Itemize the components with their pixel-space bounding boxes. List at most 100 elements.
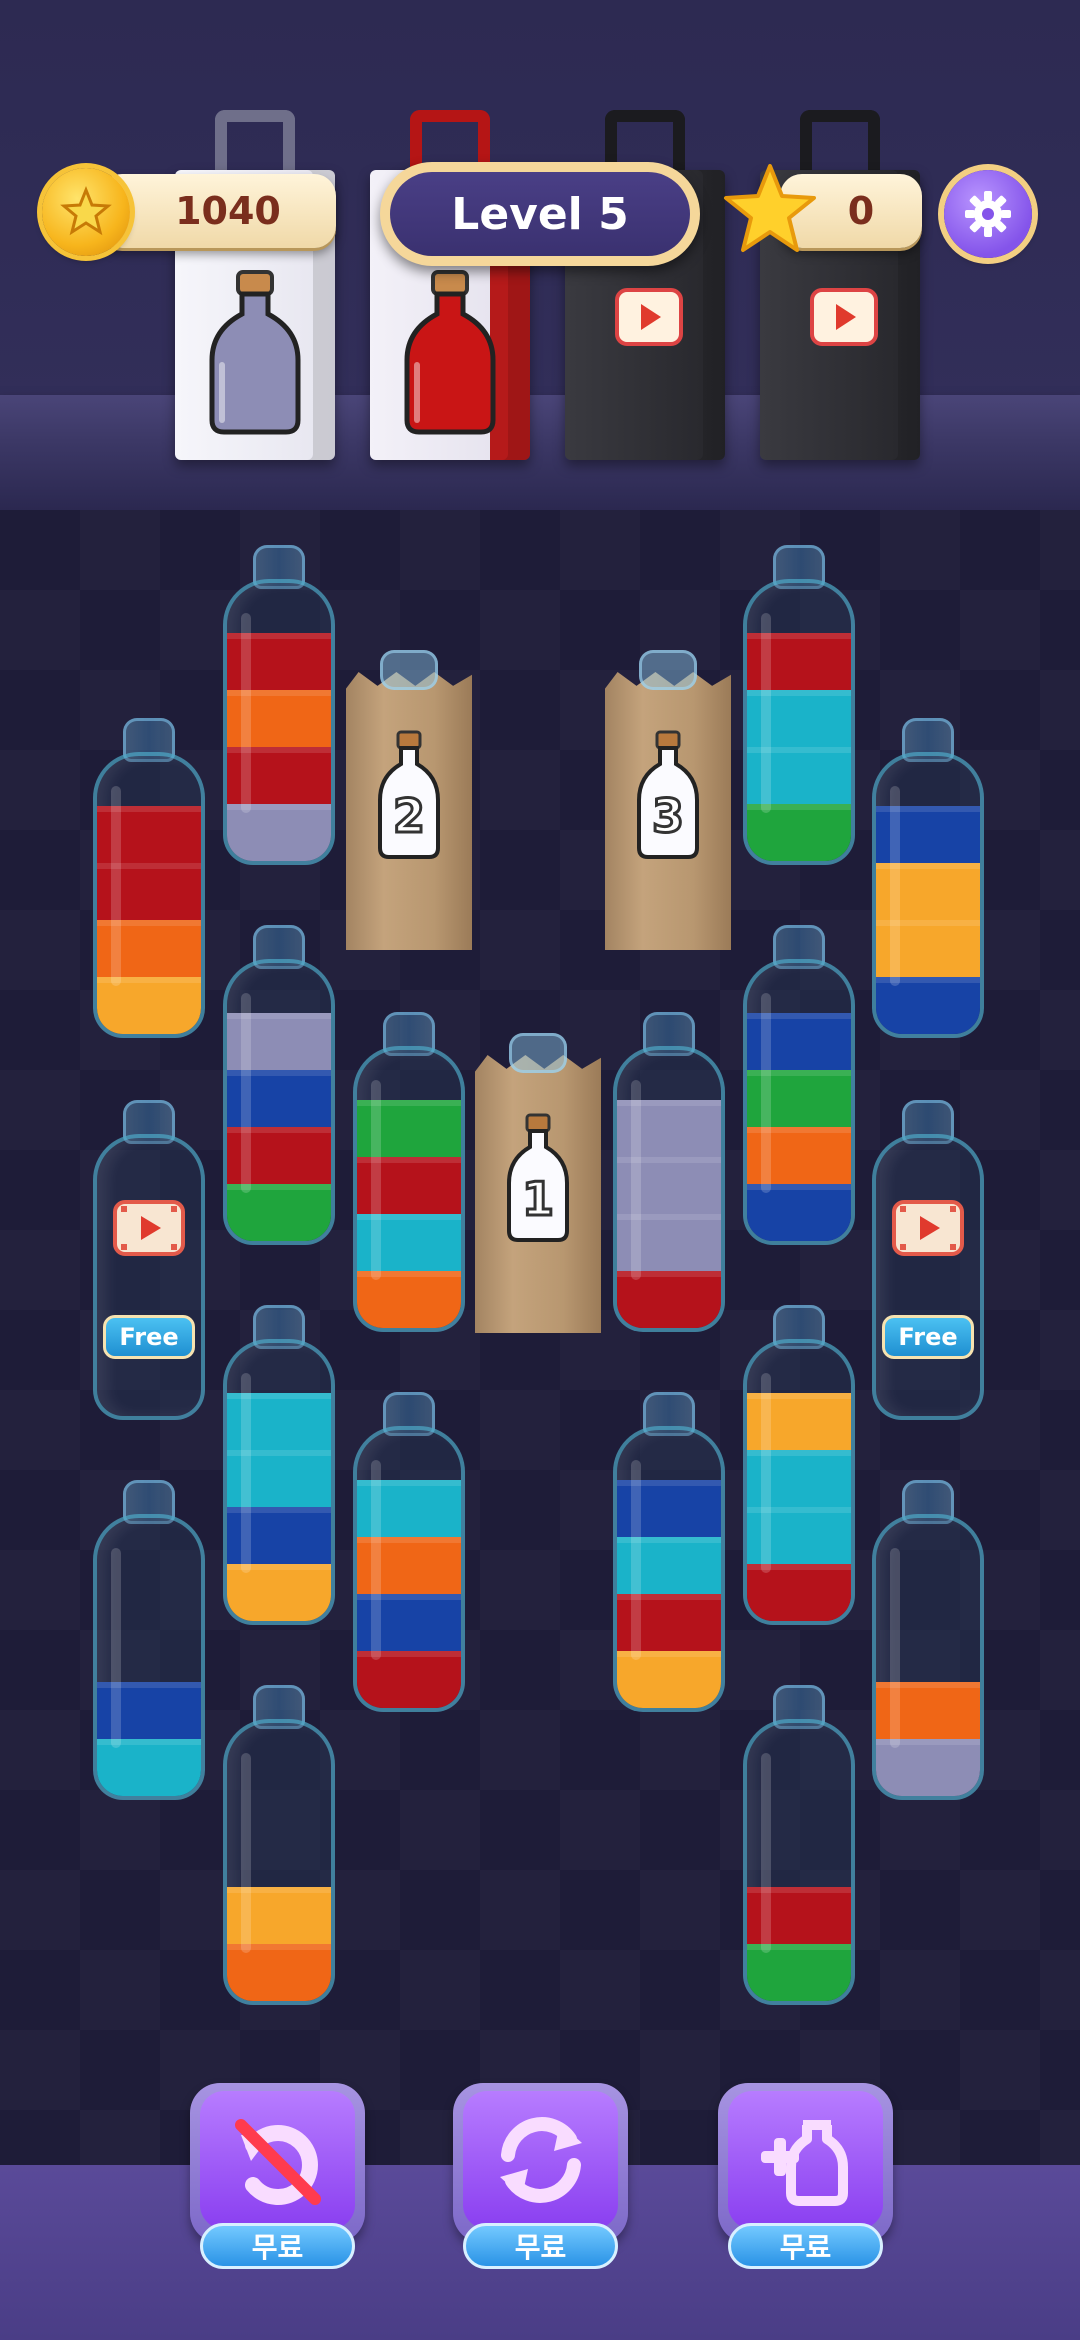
liquid-layer-amber (97, 977, 201, 1034)
locked-tube-right[interactable]: Free (872, 1100, 984, 1420)
tube-glass (872, 1514, 984, 1800)
liquid-layer-blue (876, 977, 980, 1034)
tube-glass (743, 579, 855, 865)
liquid-layer-lavender (876, 1739, 980, 1796)
settings-button[interactable] (944, 170, 1032, 258)
liquid-layer-red (747, 1564, 851, 1621)
glass-shine (631, 1080, 641, 1280)
coin-counter: 1040 (100, 174, 336, 248)
game-screen: 1040 Level 5 0 Free Free 2 3 1 무료 무료 무료 (0, 0, 1080, 2340)
tool-add-tube[interactable]: 무료 (718, 2083, 893, 2273)
tube-glass (353, 1046, 465, 1332)
tube-t9[interactable] (223, 1305, 335, 1625)
coin-count: 1040 (175, 189, 281, 233)
tube-t14[interactable] (872, 1480, 984, 1800)
tube-t3[interactable] (743, 545, 855, 865)
gear-icon (965, 191, 1011, 237)
bag-empty-bottle[interactable] (175, 110, 335, 460)
tube-glass (613, 1046, 725, 1332)
tube-glass (93, 1514, 205, 1800)
tube-t16[interactable] (743, 1685, 855, 2005)
tube-glass (223, 1339, 335, 1625)
liquid-layer-orange (227, 1944, 331, 2001)
tool-label: 무료 (463, 2223, 618, 2269)
liquid-layer-teal (97, 1739, 201, 1796)
red-bottle-icon (404, 270, 496, 435)
tube-glass (743, 959, 855, 1245)
sack-number: 3 (652, 789, 684, 843)
glass-shine (761, 1753, 771, 1953)
tube-cap (639, 650, 697, 690)
tube-glass (223, 959, 335, 1245)
tube-glass (872, 752, 984, 1038)
sack-2[interactable]: 2 (346, 650, 472, 950)
tube-glass (223, 1719, 335, 2005)
numbered-bottle-icon: 2 (378, 730, 440, 859)
liquid-layer-blue (747, 1184, 851, 1241)
tool-face (463, 2091, 618, 2229)
tube-t5[interactable] (223, 925, 335, 1245)
tube-glass (743, 1339, 855, 1625)
tube-t10[interactable] (353, 1392, 465, 1712)
liquid-layer-amber (227, 1564, 331, 1621)
sack-3[interactable]: 3 (605, 650, 731, 950)
numbered-bottle-icon: 1 (507, 1113, 569, 1242)
tool-label: 무료 (200, 2223, 355, 2269)
locked-tube-left[interactable]: Free (93, 1100, 205, 1420)
glass-shine (241, 613, 251, 813)
liquid-layer-green (227, 1184, 331, 1241)
tube-t7[interactable] (613, 1012, 725, 1332)
tool-label: 무료 (728, 2223, 883, 2269)
glass-shine (761, 993, 771, 1193)
level-label: Level 5 (451, 188, 629, 240)
glass-shine (241, 1753, 251, 1953)
shuffle-icon (499, 2117, 582, 2203)
empty-bottle-icon (209, 270, 301, 435)
tube-t6[interactable] (353, 1012, 465, 1332)
glass-shine (631, 1460, 641, 1660)
free-label: Free (119, 1323, 179, 1351)
tube-t15[interactable] (223, 1685, 335, 2005)
glass-shine (111, 786, 121, 986)
numbered-bottle-icon: 3 (637, 730, 699, 859)
tube-glass (93, 1134, 205, 1420)
tool-undo[interactable]: 무료 (190, 2083, 365, 2273)
tube-t1[interactable] (223, 545, 335, 865)
tool-shuffle[interactable]: 무료 (453, 2083, 628, 2273)
sack-number: 2 (393, 789, 425, 843)
tube-t13[interactable] (93, 1480, 205, 1800)
liquid-layer-red (357, 1651, 461, 1708)
tool-label-text: 무료 (779, 2231, 832, 2264)
level-indicator: Level 5 (380, 162, 700, 266)
coin-icon (42, 168, 130, 256)
glass-shine (241, 993, 251, 1193)
tube-t11[interactable] (613, 1392, 725, 1712)
tube-cap (509, 1033, 567, 1073)
glass-shine (761, 1373, 771, 1573)
tool-label-text: 무료 (514, 2231, 567, 2264)
liquid-layer-amber (617, 1651, 721, 1708)
free-badge[interactable]: Free (103, 1315, 195, 1359)
tube-t8[interactable] (743, 925, 855, 1245)
tube-t12[interactable] (743, 1305, 855, 1625)
video-ad-icon (113, 1200, 185, 1256)
video-ad-icon (615, 288, 683, 346)
sack-number: 1 (522, 1172, 554, 1226)
tube-t2[interactable] (93, 718, 205, 1038)
undo-disabled-icon (234, 2119, 321, 2205)
liquid-layer-green (747, 1944, 851, 2001)
liquid-layer-red (617, 1271, 721, 1328)
star-count: 0 (847, 189, 875, 233)
glass-shine (890, 1548, 900, 1748)
tool-label-text: 무료 (251, 2231, 304, 2264)
free-label: Free (898, 1323, 958, 1351)
glass-shine (111, 1548, 121, 1748)
add-tube-icon (760, 2120, 848, 2206)
free-badge[interactable]: Free (882, 1315, 974, 1359)
tube-glass (223, 579, 335, 865)
glass-shine (241, 1373, 251, 1573)
liquid-layer-lavender (227, 804, 331, 861)
sack-1[interactable]: 1 (475, 1033, 601, 1333)
tube-t4[interactable] (872, 718, 984, 1038)
liquid-layer-orange (357, 1271, 461, 1328)
